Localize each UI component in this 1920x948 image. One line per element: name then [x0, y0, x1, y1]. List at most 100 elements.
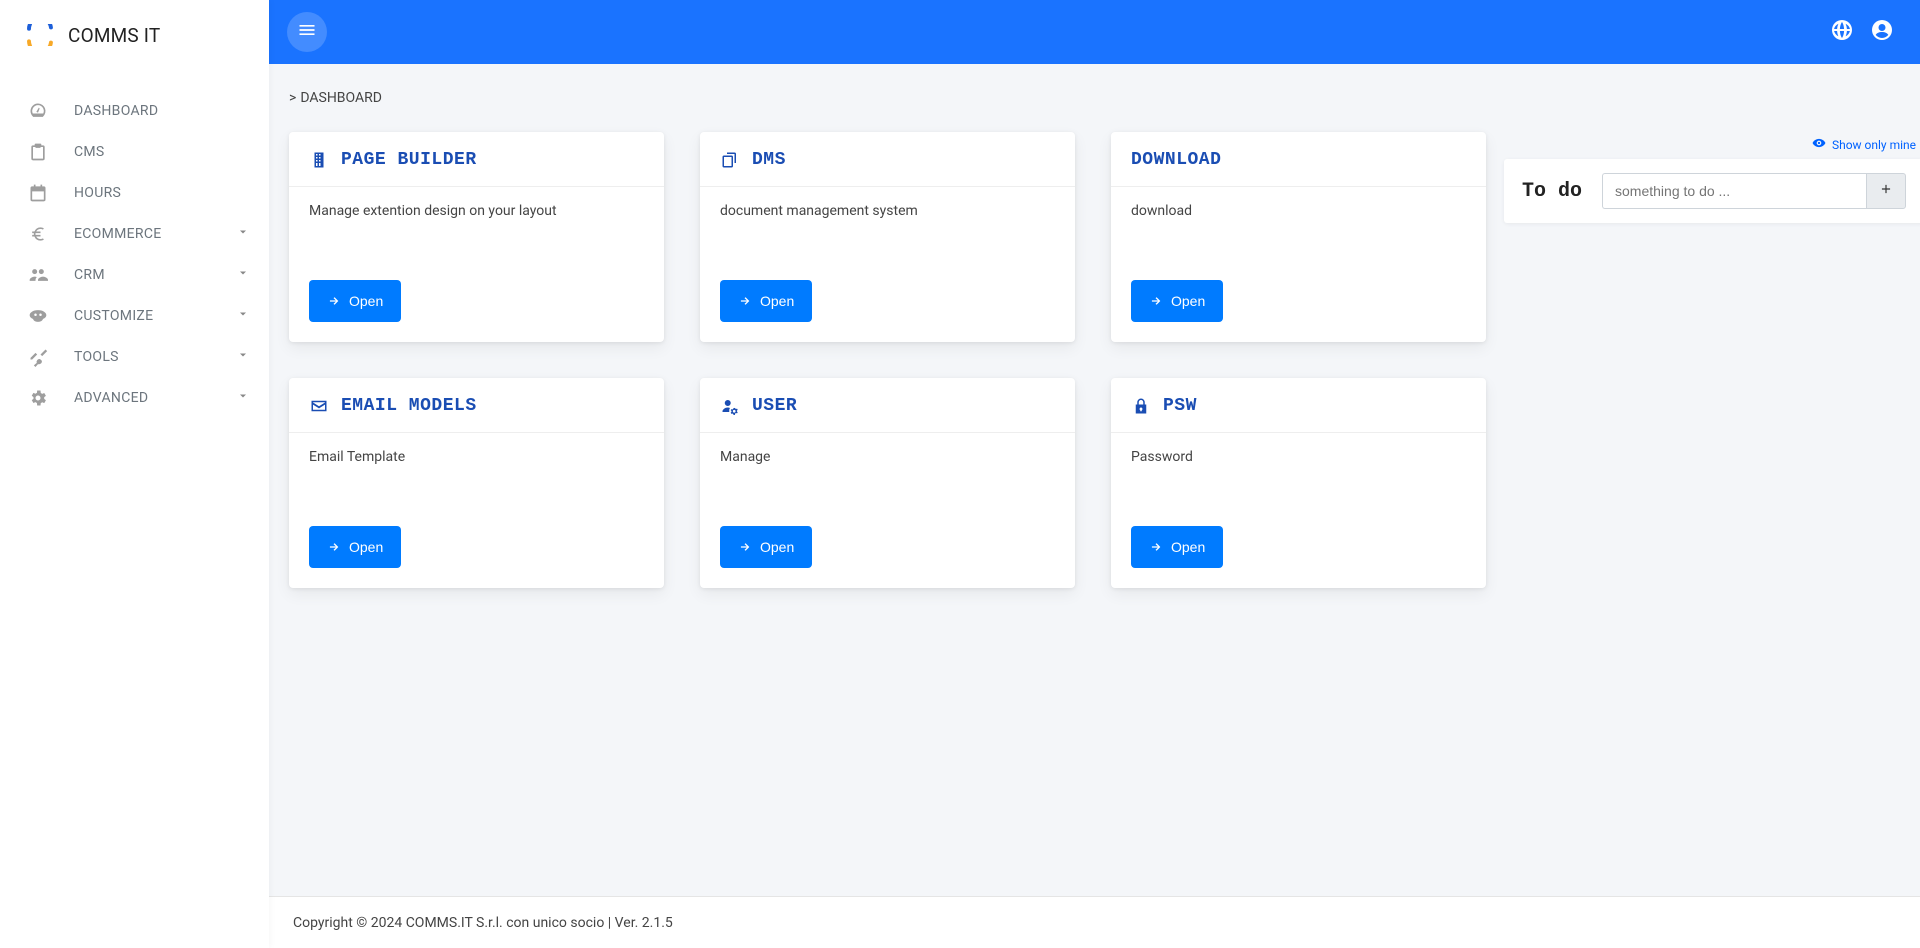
open-button[interactable]: Open — [1131, 280, 1223, 322]
todo-add-button[interactable] — [1866, 173, 1906, 209]
dashboard-card-dms: DMS document management system Open — [700, 132, 1075, 342]
open-button-label: Open — [760, 293, 794, 309]
sidebar: COMMS IT DASHBOARD CMS HOURS ECOMMERCE CRM CU… — [0, 0, 269, 948]
account-button[interactable] — [1862, 12, 1902, 52]
sidebar-item-advanced[interactable]: ADVANCED — [0, 377, 269, 418]
sidebar-item-label: CUSTOMIZE — [74, 308, 237, 324]
breadcrumb-current[interactable]: DASHBOARD — [300, 90, 382, 106]
show-only-mine-label: Show only mine — [1832, 138, 1916, 152]
card-title: EMAIL MODELS — [341, 396, 477, 416]
calendar-icon — [26, 183, 50, 203]
open-button[interactable]: Open — [1131, 526, 1223, 568]
sidebar-nav: DASHBOARD CMS HOURS ECOMMERCE CRM CUSTOMIZE TO… — [0, 70, 269, 418]
sidebar-toggle-button[interactable] — [287, 12, 327, 52]
footer-text: Copyright © 2024 COMMS.IT S.r.l. con uni… — [293, 915, 673, 931]
card-footer: Open — [700, 260, 1075, 342]
card-title: DOWNLOAD — [1131, 150, 1221, 170]
open-button[interactable]: Open — [720, 526, 812, 568]
todo-input[interactable] — [1602, 173, 1866, 209]
sidebar-item-crm[interactable]: CRM — [0, 254, 269, 295]
open-button-label: Open — [1171, 293, 1205, 309]
card-footer: Open — [700, 506, 1075, 588]
card-description: document management system — [700, 187, 1075, 260]
card-header: DMS — [700, 132, 1075, 187]
chevron-down-icon — [237, 267, 249, 283]
chevron-down-icon — [237, 226, 249, 242]
dashboard-card-psw: PSW Password Open — [1111, 378, 1486, 588]
footer: Copyright © 2024 COMMS.IT S.r.l. con uni… — [269, 896, 1920, 948]
people-icon — [26, 265, 50, 285]
card-footer: Open — [289, 260, 664, 342]
brand-name: COMMS IT — [68, 24, 160, 47]
show-only-mine-link[interactable]: Show only mine — [1504, 132, 1920, 159]
tools-icon — [26, 347, 50, 367]
sidebar-item-ecommerce[interactable]: ECOMMERCE — [0, 213, 269, 254]
sidebar-item-tools[interactable]: TOOLS — [0, 336, 269, 377]
sidebar-item-cms[interactable]: CMS — [0, 131, 269, 172]
card-footer: Open — [1111, 506, 1486, 588]
todo-heading: To do — [1522, 180, 1582, 203]
todo-panel: Show only mine To do — [1504, 132, 1920, 223]
card-header: EMAIL MODELS — [289, 378, 664, 433]
card-title: USER — [752, 396, 797, 416]
card-description: download — [1111, 187, 1486, 260]
euro-icon — [26, 224, 50, 244]
hamburger-icon — [297, 20, 317, 44]
card-description: Manage — [700, 433, 1075, 506]
card-footer: Open — [289, 506, 664, 588]
gear-icon — [26, 388, 50, 408]
card-title: PAGE BUILDER — [341, 150, 477, 170]
sidebar-item-label: ECOMMERCE — [74, 226, 237, 242]
open-button-label: Open — [760, 539, 794, 555]
card-header: PSW — [1111, 378, 1486, 433]
open-button[interactable]: Open — [309, 526, 401, 568]
sidebar-item-label: DASHBOARD — [74, 103, 249, 119]
card-title: PSW — [1163, 396, 1197, 416]
card-title: DMS — [752, 150, 786, 170]
chevron-down-icon — [237, 308, 249, 324]
todo-card: To do — [1504, 159, 1920, 223]
open-button-label: Open — [349, 293, 383, 309]
language-button[interactable] — [1822, 12, 1862, 52]
card-header: USER — [700, 378, 1075, 433]
sidebar-item-label: CRM — [74, 267, 237, 283]
topbar — [269, 0, 1920, 64]
sidebar-item-label: HOURS — [74, 185, 249, 201]
open-button[interactable]: Open — [720, 280, 812, 322]
card-description: Manage extention design on your layout — [289, 187, 664, 260]
sidebar-item-hours[interactable]: HOURS — [0, 172, 269, 213]
open-button-label: Open — [1171, 539, 1205, 555]
account-circle-icon — [1870, 18, 1894, 46]
user-gear-icon — [720, 396, 740, 416]
open-button[interactable]: Open — [309, 280, 401, 322]
copy-icon — [720, 150, 740, 170]
envelope-icon — [309, 396, 329, 416]
sidebar-item-label: TOOLS — [74, 349, 237, 365]
card-description: Password — [1111, 433, 1486, 506]
dashboard-card-download: DOWNLOAD download Open — [1111, 132, 1486, 342]
sidebar-item-label: ADVANCED — [74, 390, 237, 406]
breadcrumb: > DASHBOARD — [269, 64, 1920, 114]
globe-icon — [1830, 18, 1854, 46]
sidebar-item-customize[interactable]: CUSTOMIZE — [0, 295, 269, 336]
clipboard-icon — [26, 142, 50, 162]
brand[interactable]: COMMS IT — [0, 0, 269, 70]
eye-icon — [1812, 136, 1826, 153]
breadcrumb-prefix: > — [289, 90, 296, 106]
main-content: > DASHBOARD PAGE BUILDER Manage extention… — [269, 64, 1920, 948]
sidebar-item-label: CMS — [74, 144, 249, 160]
lock-icon — [1131, 396, 1151, 416]
card-footer: Open — [1111, 260, 1486, 342]
card-header: PAGE BUILDER — [289, 132, 664, 187]
chevron-down-icon — [237, 390, 249, 406]
dashboard-card-email-models: EMAIL MODELS Email Template Open — [289, 378, 664, 588]
todo-input-group — [1602, 173, 1906, 209]
card-header: DOWNLOAD — [1111, 132, 1486, 187]
dashboard-card-user: USER Manage Open — [700, 378, 1075, 588]
sidebar-item-dashboard[interactable]: DASHBOARD — [0, 90, 269, 131]
dashboard-cards-grid: PAGE BUILDER Manage extention design on y… — [289, 132, 1486, 588]
brand-logo-icon — [24, 24, 56, 46]
chevron-down-icon — [237, 349, 249, 365]
building-icon — [309, 150, 329, 170]
card-description: Email Template — [289, 433, 664, 506]
